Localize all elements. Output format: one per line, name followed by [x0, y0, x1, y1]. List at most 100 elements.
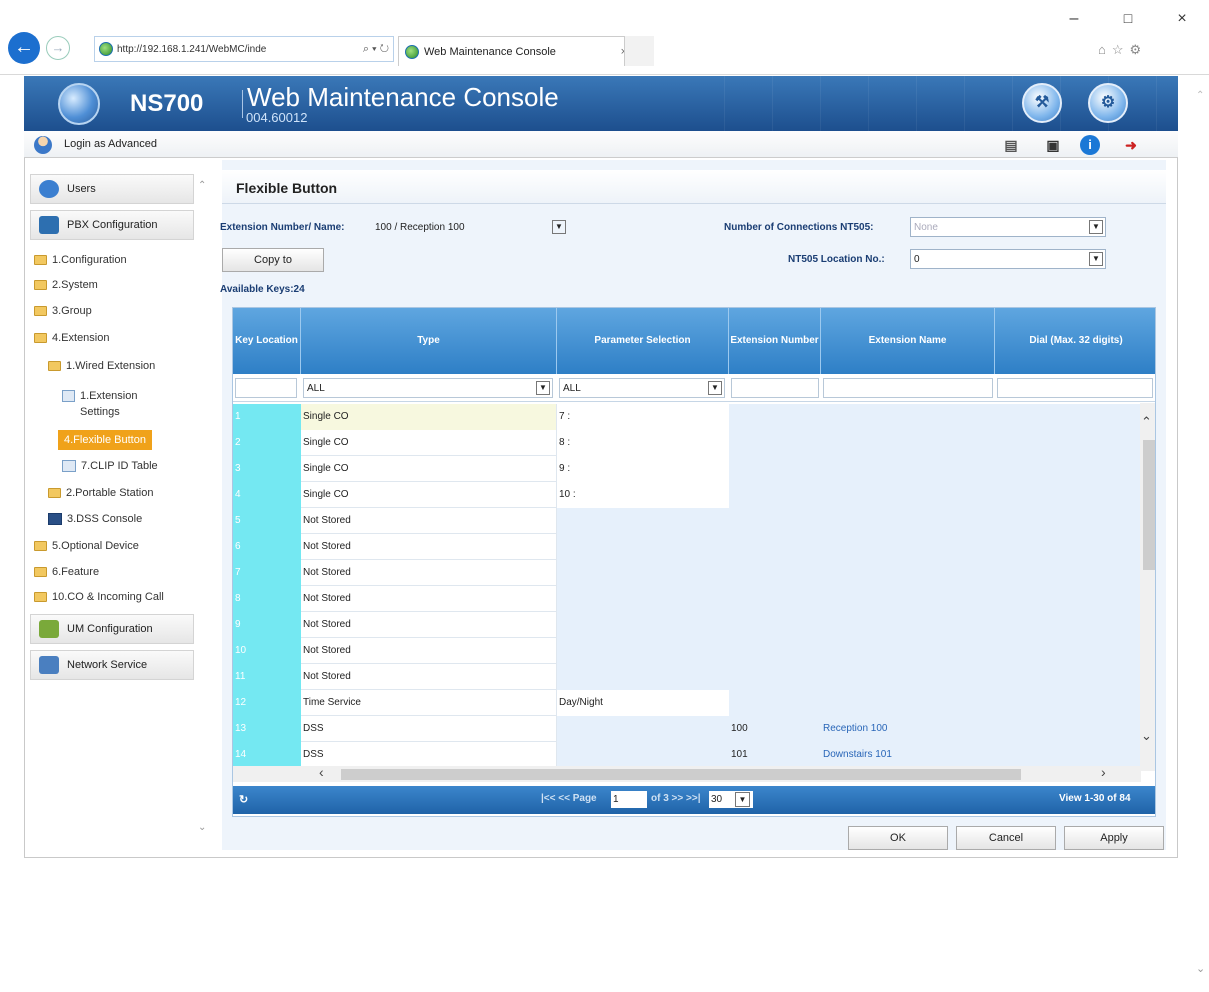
cell-extension-name[interactable]: Downstairs 101: [821, 742, 995, 766]
chevron-down-icon[interactable]: ▼: [1089, 220, 1103, 234]
cell-parameter-selection[interactable]: 9 :: [557, 456, 729, 482]
table-row[interactable]: 11 Not Stored: [233, 664, 1141, 690]
cell-key-location[interactable]: 10: [233, 638, 301, 664]
tree-item-group[interactable]: 3.Group: [34, 303, 92, 319]
cell-dial[interactable]: [995, 482, 1141, 508]
table-row[interactable]: 9 Not Stored: [233, 612, 1141, 638]
cell-extension-number[interactable]: [729, 612, 821, 638]
table-row[interactable]: 4 Single CO 10 :: [233, 482, 1141, 508]
close-window-button[interactable]: ×: [1170, 10, 1194, 30]
cell-type[interactable]: Not Stored: [301, 612, 557, 638]
cell-parameter-selection[interactable]: Day/Night: [557, 690, 729, 716]
cell-type[interactable]: Not Stored: [301, 508, 557, 534]
table-row[interactable]: 3 Single CO 9 :: [233, 456, 1141, 482]
cell-type[interactable]: Single CO: [301, 430, 557, 456]
table-row[interactable]: 2 Single CO 8 :: [233, 430, 1141, 456]
tree-item-optional-device[interactable]: 5.Optional Device: [34, 538, 139, 554]
page-scroll-up-icon[interactable]: ⌃: [1196, 90, 1204, 101]
filter-ext-input[interactable]: [731, 378, 819, 398]
cell-key-location[interactable]: 13: [233, 716, 301, 742]
cell-key-location[interactable]: 1: [233, 404, 301, 430]
maintenance-wrench-icon[interactable]: ⚒: [1022, 83, 1062, 123]
column-header-dial[interactable]: Dial (Max. 32 digits): [995, 308, 1155, 374]
cell-extension-number[interactable]: [729, 534, 821, 560]
maximize-button[interactable]: □: [1116, 10, 1140, 30]
tree-item-flexible-button[interactable]: 4.Flexible Button: [58, 430, 152, 450]
cell-extension-name[interactable]: [821, 404, 995, 430]
cell-dial[interactable]: [995, 716, 1141, 742]
vertical-scroll-thumb[interactable]: [1143, 440, 1155, 570]
cell-key-location[interactable]: 14: [233, 742, 301, 766]
cell-extension-number[interactable]: 100: [729, 716, 821, 742]
cell-extension-number[interactable]: [729, 560, 821, 586]
column-header-parameter-selection[interactable]: Parameter Selection: [557, 308, 729, 374]
cell-extension-name[interactable]: [821, 534, 995, 560]
cell-dial[interactable]: [995, 508, 1141, 534]
table-row[interactable]: 8 Not Stored: [233, 586, 1141, 612]
cell-extension-number[interactable]: [729, 690, 821, 716]
cell-type[interactable]: Not Stored: [301, 586, 557, 612]
address-bar[interactable]: http://192.168.1.241/WebMC/inde ⌕ ▾ ↻: [94, 36, 394, 62]
cell-type[interactable]: DSS: [301, 716, 557, 742]
table-row[interactable]: 13 DSS 100 Reception 100: [233, 716, 1141, 742]
scroll-down-icon[interactable]: ⌄: [1141, 728, 1152, 744]
cell-extension-name[interactable]: [821, 690, 995, 716]
cell-parameter-selection[interactable]: [557, 534, 729, 560]
cell-dial[interactable]: [995, 742, 1141, 766]
page-number-input[interactable]: 1: [611, 791, 647, 808]
table-row[interactable]: 10 Not Stored: [233, 638, 1141, 664]
minimize-button[interactable]: –: [1062, 10, 1086, 30]
cell-key-location[interactable]: 9: [233, 612, 301, 638]
cell-extension-name[interactable]: [821, 508, 995, 534]
cell-type[interactable]: Time Service: [301, 690, 557, 716]
cell-parameter-selection[interactable]: [557, 716, 729, 742]
cell-parameter-selection[interactable]: 10 :: [557, 482, 729, 508]
location-select[interactable]: 0 ▼: [910, 249, 1106, 269]
address-controls[interactable]: ⌕ ▾ ↻: [363, 43, 393, 56]
cell-extension-name[interactable]: [821, 456, 995, 482]
filter-dial-input[interactable]: [997, 378, 1153, 398]
address-url[interactable]: http://192.168.1.241/WebMC/inde: [117, 44, 266, 55]
cell-type[interactable]: Single CO: [301, 456, 557, 482]
cell-extension-number[interactable]: [729, 404, 821, 430]
pager-nav-next[interactable]: of 3 >> >>|: [651, 793, 701, 804]
cell-dial[interactable]: [995, 690, 1141, 716]
new-tab-button[interactable]: [624, 36, 654, 66]
cell-extension-number[interactable]: [729, 456, 821, 482]
connections-select[interactable]: None ▼: [910, 217, 1106, 237]
table-row[interactable]: 7 Not Stored: [233, 560, 1141, 586]
scroll-right-icon[interactable]: ›: [1101, 764, 1106, 780]
sidebar-category-pbx-configuration[interactable]: PBX Configuration: [30, 210, 194, 240]
tree-item-portable-station[interactable]: 2.Portable Station: [48, 485, 153, 501]
tree-item-co-incoming-call[interactable]: 10.CO & Incoming Call: [34, 589, 164, 605]
tree-item-feature[interactable]: 6.Feature: [34, 564, 99, 580]
cell-extension-name[interactable]: [821, 638, 995, 664]
tree-item-configuration[interactable]: 1.Configuration: [34, 252, 127, 268]
cell-extension-number[interactable]: [729, 586, 821, 612]
table-row[interactable]: 5 Not Stored: [233, 508, 1141, 534]
sidebar-category-network-service[interactable]: Network Service: [30, 650, 194, 680]
apply-button[interactable]: Apply: [1064, 826, 1164, 850]
cell-dial[interactable]: [995, 534, 1141, 560]
scroll-left-icon[interactable]: ‹: [319, 764, 324, 780]
cell-parameter-selection[interactable]: [557, 508, 729, 534]
sidebar-scroll-up-icon[interactable]: ⌃: [198, 180, 206, 191]
cell-parameter-selection[interactable]: [557, 742, 729, 766]
setup-gear-icon[interactable]: ⚙: [1088, 83, 1128, 123]
cell-extension-name[interactable]: [821, 612, 995, 638]
cell-key-location[interactable]: 11: [233, 664, 301, 690]
cell-extension-number[interactable]: [729, 508, 821, 534]
cell-type[interactable]: Single CO: [301, 482, 557, 508]
cell-key-location[interactable]: 5: [233, 508, 301, 534]
cell-key-location[interactable]: 4: [233, 482, 301, 508]
save-icon[interactable]: ▣: [1042, 135, 1064, 155]
cell-extension-name[interactable]: [821, 482, 995, 508]
forward-button[interactable]: →: [46, 36, 70, 60]
cell-dial[interactable]: [995, 430, 1141, 456]
cell-extension-name[interactable]: [821, 664, 995, 690]
cell-extension-number[interactable]: 101: [729, 742, 821, 766]
horizontal-scroll-thumb[interactable]: [341, 769, 1021, 780]
cancel-button[interactable]: Cancel: [956, 826, 1056, 850]
sidebar-category-users[interactable]: Users: [30, 174, 194, 204]
extension-select[interactable]: 100 / Reception 100 ▼: [372, 217, 568, 237]
